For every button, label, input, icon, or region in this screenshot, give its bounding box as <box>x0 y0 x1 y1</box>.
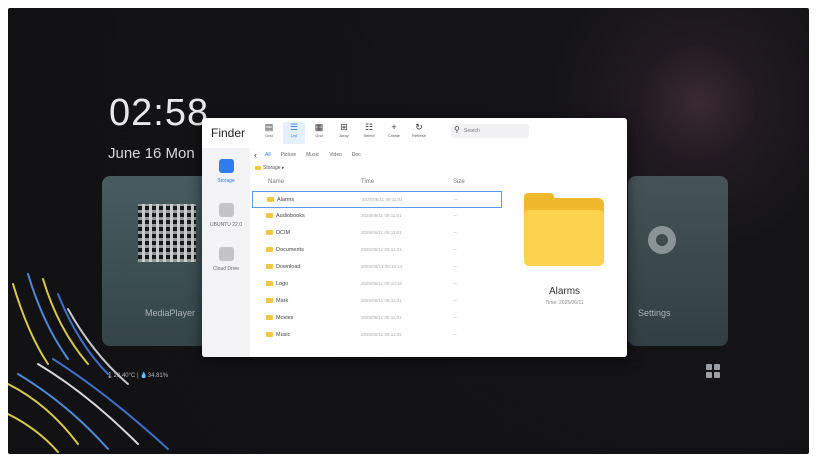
search-icon: ⚲ <box>454 125 460 134</box>
finder-window: Finder ▤ Grid ☰ List ▦ Grid ⊞ Array ☷ Select … <box>202 118 627 357</box>
filter-music[interactable]: Music <box>306 152 319 158</box>
back-arrow-icon[interactable]: ‹ <box>254 150 257 160</box>
clock-time: 02:58 <box>109 92 210 134</box>
file-list-header: Name Time Size <box>250 175 502 189</box>
finder-sidebar: Storage UBUNTU 22.0 Cloud Drive <box>202 148 250 357</box>
storage-icon <box>219 159 234 173</box>
list-view-button[interactable]: ☰ List <box>283 122 305 144</box>
folder-icon <box>266 332 273 337</box>
file-list: Name Time Size Alarms 2025/06/11 09:11:01… <box>250 175 502 357</box>
file-row[interactable]: Alarms 2025/06/11 09:11:01 -- <box>252 191 502 208</box>
file-row[interactable]: Mark 2025/06/11 09:11:01 -- <box>252 293 502 310</box>
filter-picture[interactable]: Picture <box>281 152 297 158</box>
folder-icon <box>266 315 273 320</box>
filter-bar: ‹ All Picture Music Video Doc <box>254 149 371 161</box>
file-row[interactable]: Movies 2025/06/11 09:11:01 -- <box>252 310 502 327</box>
sensor-readout: 🌡23.40°C | 💧34.81% <box>106 373 169 379</box>
decorative-lines <box>8 273 169 453</box>
breadcrumb[interactable]: Storage ▸ <box>255 165 284 171</box>
filter-video[interactable]: Video <box>329 152 342 158</box>
finder-toolbar: ▤ Grid ☰ List ▦ Grid ⊞ Array ☷ Select + Create… <box>258 122 433 144</box>
column-name[interactable]: Name <box>268 179 284 185</box>
filter-all[interactable]: All <box>265 152 271 158</box>
folder-icon <box>266 298 273 303</box>
file-row[interactable]: Documents 2025/06/11 09:11:01 -- <box>252 242 502 259</box>
column-size[interactable]: Size <box>453 179 465 185</box>
folder-icon <box>266 230 273 235</box>
search-input[interactable] <box>464 126 524 136</box>
folder-preview-icon <box>524 193 604 266</box>
grid-view-button[interactable]: ▦ Grid <box>308 122 330 144</box>
settings-label: Settings <box>638 308 671 318</box>
folder-icon <box>266 247 273 252</box>
filter-doc[interactable]: Doc <box>352 152 361 158</box>
create-button[interactable]: + Create <box>383 122 405 144</box>
folder-icon <box>267 197 274 202</box>
settings-tile[interactable] <box>628 176 728 346</box>
folder-icon <box>266 264 273 269</box>
preview-meta: Time: 2025/06/11 <box>545 300 584 306</box>
finder-title: Finder <box>211 126 246 140</box>
preview-pane: Alarms Time: 2025/06/11 <box>502 148 627 357</box>
file-row[interactable]: Download 2025/06/13 09:10:14 -- <box>252 259 502 276</box>
file-row[interactable]: Audiobooks 2025/06/11 09:11:01 -- <box>252 208 502 225</box>
sidebar-item-cloud-drive[interactable]: Cloud Drive <box>202 240 250 280</box>
file-row[interactable]: Music 2025/06/11 09:11:01 -- <box>252 327 502 344</box>
folder-icon <box>266 213 273 218</box>
folder-icon <box>266 281 273 286</box>
cloud-drive-icon <box>219 247 234 261</box>
clock-date: June 16 Mon <box>108 145 195 162</box>
sidebar-item-storage[interactable]: Storage <box>202 152 250 192</box>
refresh-button[interactable]: ↻ Refresh <box>408 122 430 144</box>
file-row[interactable]: DCIM 2025/06/11 09:11:01 -- <box>252 225 502 242</box>
preview-name: Alarms <box>548 286 581 297</box>
toolbar-button[interactable]: ▤ Grid <box>258 122 280 144</box>
apps-grid-icon[interactable] <box>706 364 720 378</box>
sidebar-item-ubuntu[interactable]: UBUNTU 22.0 <box>202 196 250 236</box>
array-button[interactable]: ⊞ Array <box>333 122 355 144</box>
search-box[interactable]: ⚲ <box>451 124 529 138</box>
folder-icon <box>255 165 261 170</box>
drive-icon <box>219 203 234 217</box>
gear-icon <box>648 226 676 254</box>
column-time[interactable]: Time <box>361 179 374 185</box>
select-button[interactable]: ☷ Select <box>358 122 380 144</box>
file-row[interactable]: Logo 2025/06/11 09:10:34 -- <box>252 276 502 293</box>
